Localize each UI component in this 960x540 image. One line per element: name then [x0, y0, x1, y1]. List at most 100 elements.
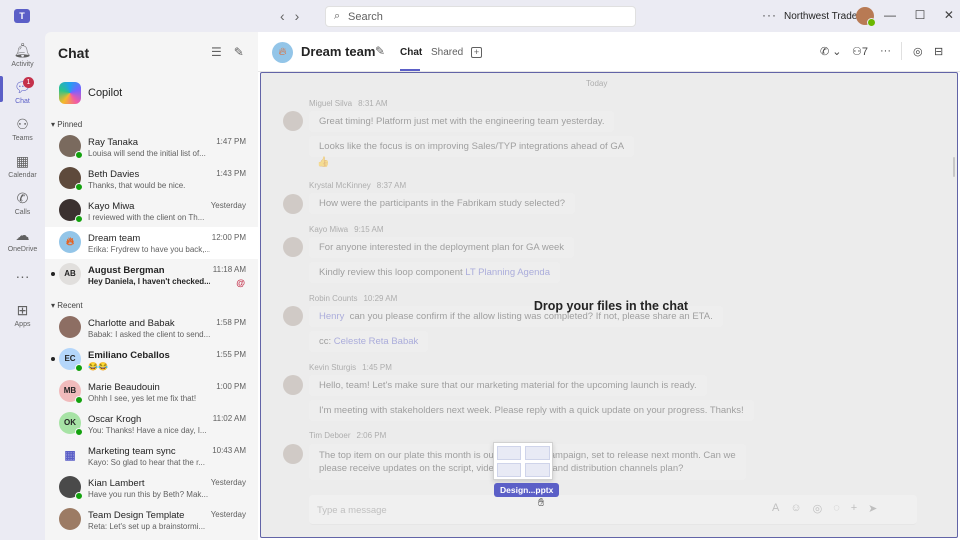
- copilot-item[interactable]: Copilot: [45, 79, 258, 111]
- back-arrow-icon[interactable]: ‹: [280, 8, 285, 24]
- chat-preview: I reviewed with the client on Th...: [88, 213, 205, 222]
- sender-name: Kevin Sturgis: [309, 363, 357, 372]
- sticker-icon[interactable]: ◌: [833, 502, 840, 515]
- participants-button[interactable]: ⚇7: [852, 45, 868, 58]
- rail-label: Calendar: [8, 172, 37, 179]
- new-chat-icon[interactable]: ✎: [234, 45, 244, 59]
- message-meta: Tim Deboer 2:06 PM: [309, 431, 386, 440]
- pinned-label: Pinned: [57, 120, 83, 129]
- rail-item-chat[interactable]: 💬︎ 1 Chat: [0, 77, 45, 105]
- copilot-icon[interactable]: ◎: [913, 45, 923, 58]
- forward-arrow-icon[interactable]: ›: [295, 8, 300, 24]
- message-bubble: cc: Celeste Reta Babak: [309, 331, 429, 352]
- chat-item-kian-lambert[interactable]: Kian Lambert Have you run this by Beth? …: [45, 472, 258, 504]
- chat-item-dream-team[interactable]: 🔥︎ Dream team Erika: Frydrew to have you…: [45, 227, 258, 259]
- chat-item-august-bergman[interactable]: AB August Bergman Hey Daniela, I haven't…: [45, 259, 258, 291]
- profile-avatar[interactable]: [856, 7, 876, 27]
- recent-section-header[interactable]: ▾ Recent: [51, 301, 83, 310]
- add-icon[interactable]: +: [851, 502, 857, 515]
- notification-badge: 1: [23, 77, 34, 88]
- avatar: [59, 167, 83, 191]
- chat-item-marketing-team-sync[interactable]: ▦ Marketing team sync Kayo: So glad to h…: [45, 440, 258, 472]
- rail-item-activity[interactable]: 🔔︎ Activity: [0, 42, 45, 68]
- rail-item-calendar[interactable]: ▦ Calendar: [0, 153, 45, 179]
- drop-hint: Drop your files in the chat: [533, 299, 689, 313]
- chat-item-oscar-krogh[interactable]: OK Oscar Krogh You: Thanks! Have a nice …: [45, 408, 258, 440]
- drag-cursor-icon: ✋︎: [538, 497, 545, 509]
- chat-preview: Have you run this by Beth? Mak...: [88, 490, 209, 499]
- org-name[interactable]: Northwest Traders: [784, 11, 866, 22]
- loop-icon[interactable]: ◎: [813, 502, 823, 515]
- teams-logo-icon: T: [14, 9, 30, 23]
- chat-time: 11:02 AM: [212, 414, 246, 423]
- rail-item-more[interactable]: ···: [0, 268, 45, 285]
- emoji-icon[interactable]: ☺: [790, 502, 801, 515]
- maximize-icon[interactable]: ☐: [915, 8, 926, 22]
- minimize-icon[interactable]: —: [884, 8, 896, 22]
- edit-name-icon[interactable]: ✎: [375, 44, 385, 58]
- side-panel-icon[interactable]: ⊟: [934, 45, 943, 58]
- rail-item-teams[interactable]: ⚇ Teams: [0, 116, 45, 142]
- header-divider: [901, 42, 902, 60]
- chat-name: Marketing team sync: [88, 446, 176, 457]
- tab-chat[interactable]: Chat: [400, 47, 422, 58]
- message-bubble: Hello, team! Let's make sure that our ma…: [309, 375, 707, 396]
- scrollbar-thumb[interactable]: [953, 157, 955, 177]
- presence-icon: [75, 396, 83, 404]
- more-options-icon[interactable]: ···: [880, 45, 891, 57]
- avatar-initials: MB: [63, 386, 77, 395]
- send-icon[interactable]: ➤: [868, 502, 877, 515]
- rail-label: Chat: [15, 98, 30, 105]
- avatar: [283, 111, 303, 131]
- tab-shared[interactable]: Shared: [431, 47, 463, 58]
- avatar: MB: [59, 380, 83, 404]
- sender-name: Miguel Silva: [309, 99, 353, 108]
- chat-name: Marie Beaudouin: [88, 382, 160, 393]
- sender-name: Krystal McKinney: [309, 181, 371, 190]
- reaction-emoji[interactable]: 👍: [317, 157, 329, 168]
- chat-item-beth-davies[interactable]: Beth Davies Thanks, that would be nice. …: [45, 163, 258, 195]
- slide-preview: [497, 446, 521, 460]
- presence-icon: [75, 428, 83, 436]
- mention-link[interactable]: Celeste Reta Babak: [334, 336, 419, 347]
- chat-item-marie-beaudouin[interactable]: MB Marie Beaudouin Ohhh I see, yes let m…: [45, 376, 258, 408]
- chat-preview: Reta: Let's set up a brainstormi...: [88, 522, 206, 531]
- message-meta: Miguel Silva 8:31 AM: [309, 99, 388, 108]
- message-bubble: Great timing! Platform just met with the…: [309, 111, 615, 132]
- rail-item-onedrive[interactable]: ☁︎ OneDrive: [0, 227, 45, 253]
- chat-item-kayo-miwa[interactable]: Kayo Miwa I reviewed with the client on …: [45, 195, 258, 227]
- format-icon[interactable]: A: [772, 502, 779, 515]
- cloud-icon: ☁︎: [15, 227, 30, 243]
- rail-item-calls[interactable]: ✆ Calls: [0, 190, 45, 216]
- chat-time: Yesterday: [210, 201, 246, 210]
- file-drop-zone[interactable]: Today Miguel Silva 8:31 AM Great timing! …: [260, 72, 958, 538]
- chat-item-charlotte-babak[interactable]: Charlotte and Babak Babak: I asked the c…: [45, 312, 258, 344]
- chat-item-ray-tanaka[interactable]: Ray Tanaka Louisa will send the initial …: [45, 131, 258, 163]
- chat-name: Beth Davies: [88, 169, 140, 180]
- chat-item-team-design-template[interactable]: Team Design Template Reta: Let's set up …: [45, 504, 258, 536]
- avatar: [59, 316, 81, 338]
- message-bubble: How were the participants in the Fabrika…: [309, 193, 576, 214]
- search-input[interactable]: ⌕ Search: [325, 6, 636, 27]
- avatar-initials: EC: [64, 354, 76, 363]
- rail-label: Apps: [14, 321, 31, 328]
- pinned-section-header[interactable]: ▾ Pinned: [51, 120, 82, 129]
- phone-icon: ✆: [16, 190, 29, 206]
- chat-name: Charlotte and Babak: [88, 318, 175, 329]
- loop-component-link[interactable]: LT Planning Agenda: [465, 267, 550, 278]
- filter-icon[interactable]: ☰: [211, 45, 222, 59]
- call-icon[interactable]: ✆ ⌄: [820, 45, 842, 58]
- sender-name: Kayo Miwa: [309, 225, 349, 234]
- compose-box[interactable]: Type a message A ☺ ◎ ◌ + ➤: [309, 495, 917, 525]
- add-tab-icon[interactable]: +: [471, 47, 482, 58]
- rail-item-apps[interactable]: ⊞ Apps: [0, 302, 45, 328]
- chat-preview: Louisa will send the initial list of...: [88, 149, 206, 158]
- close-icon[interactable]: ✕: [944, 8, 954, 22]
- apps-icon: ⊞: [16, 302, 29, 318]
- chat-preview: Babak: I asked the client to send...: [88, 330, 210, 339]
- chat-name: Oscar Krogh: [88, 414, 142, 425]
- chat-time: 1:47 PM: [216, 137, 246, 146]
- slide-preview: [497, 463, 521, 477]
- chat-item-emiliano-ceballos[interactable]: EC Emiliano Ceballos 😂😂 1:55 PM: [45, 344, 258, 376]
- more-options-icon[interactable]: ···: [762, 8, 777, 22]
